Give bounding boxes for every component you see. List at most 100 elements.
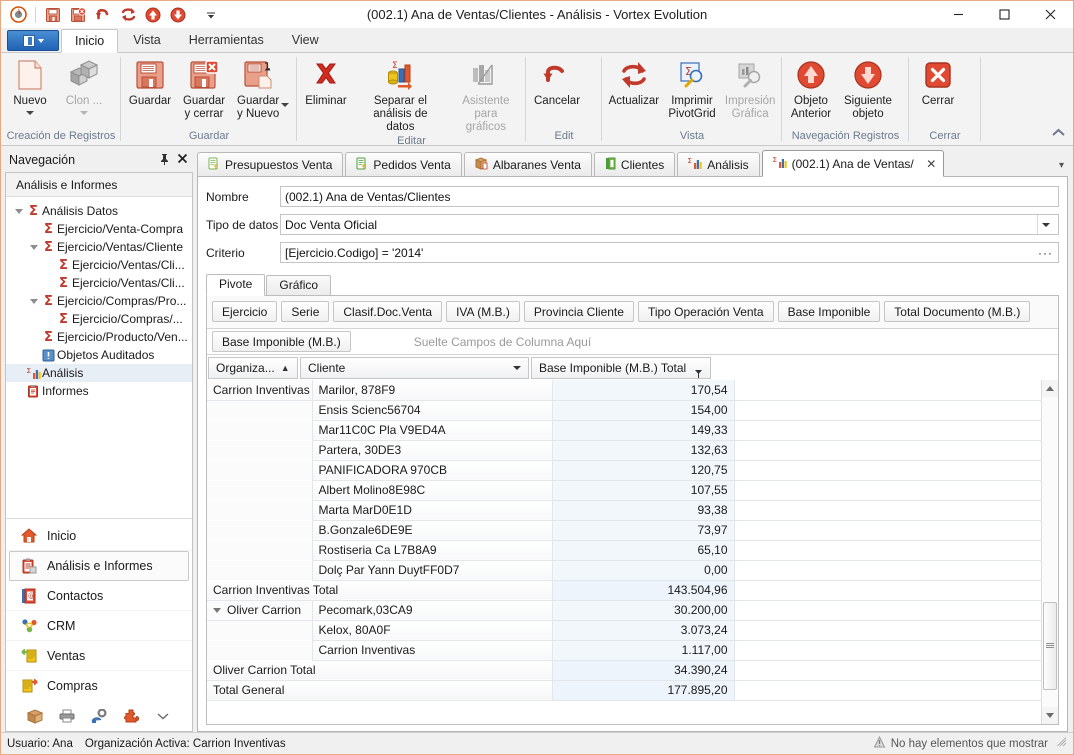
- filter-field-base-imponible-mb[interactable]: Base Imponible (M.B.): [212, 331, 351, 352]
- chevron-down-icon[interactable]: [1037, 215, 1054, 234]
- field-serie[interactable]: Serie: [281, 301, 329, 322]
- imprimir-pivotgrid-button[interactable]: Σ Imprimir PivotGrid: [664, 58, 721, 121]
- doc-tab-analisis[interactable]: Σ Análisis: [677, 152, 759, 176]
- guardar-button[interactable]: Guardar: [123, 58, 177, 108]
- ribbon-tab-view[interactable]: View: [279, 29, 332, 52]
- save-close-icon[interactable]: [67, 4, 89, 26]
- table-row-grand-total[interactable]: Total General 177.895,20: [207, 680, 1041, 700]
- asistente-graficos-button[interactable]: Asistente para gráficos: [448, 58, 524, 134]
- nombre-input[interactable]: (002.1) Ana de Ventas/Clientes: [280, 186, 1059, 207]
- tree-node-ventas-cli-1[interactable]: Σ Ejercicio/Ventas/Cli...: [6, 256, 192, 274]
- separar-analisis-button[interactable]: Σ Separar el análisis de datos: [353, 58, 448, 134]
- tab-pivote[interactable]: Pivote: [206, 274, 265, 296]
- nav-button-ventas[interactable]: Ventas: [6, 641, 192, 671]
- expander-icon[interactable]: [213, 608, 221, 613]
- table-row[interactable]: Marta MarD0E1D 93,38: [207, 500, 1041, 520]
- vertical-scrollbar[interactable]: [1041, 380, 1058, 724]
- table-row[interactable]: Kelox, 80A0F 3.073,24: [207, 620, 1041, 640]
- criterio-input[interactable]: [Ejercicio.Codigo] = '2014' ···: [280, 242, 1059, 263]
- siguiente-objeto-button[interactable]: Siguiente objeto: [838, 58, 898, 121]
- tree-node-compras-pro[interactable]: Σ Ejercicio/Compras/Pro...: [6, 292, 192, 310]
- package-icon[interactable]: [26, 707, 44, 725]
- resize-grip-icon[interactable]: [1057, 737, 1067, 750]
- table-row[interactable]: Albert Molino8E98C 107,55: [207, 480, 1041, 500]
- table-row[interactable]: B.Gonzale6DE9E 73,97: [207, 520, 1041, 540]
- expander-icon[interactable]: [27, 244, 40, 250]
- table-row[interactable]: Partera, 30DE3 132,63: [207, 440, 1041, 460]
- field-clasif-doc-venta[interactable]: Clasif.Doc.Venta: [333, 301, 442, 322]
- tab-menu-icon[interactable]: ▾: [1059, 160, 1064, 171]
- chevron-down-icon[interactable]: [281, 103, 289, 107]
- ribbon-tab-vista[interactable]: Vista: [120, 29, 174, 52]
- tree-node-ventas-cliente[interactable]: Σ Ejercicio/Ventas/Cliente: [6, 238, 192, 256]
- table-row[interactable]: Carrion Inventivas Marilor, 878F9 170,54: [207, 380, 1041, 400]
- ribbon-tab-inicio[interactable]: Inicio: [61, 29, 118, 53]
- field-iva-mb[interactable]: IVA (M.B.): [446, 301, 520, 322]
- tipo-de-datos-select[interactable]: Doc Venta Oficial: [280, 214, 1059, 235]
- minimize-button[interactable]: [935, 1, 981, 28]
- service-icon[interactable]: [90, 707, 108, 725]
- scroll-down-button[interactable]: [1042, 707, 1058, 724]
- previous-record-icon[interactable]: [142, 4, 164, 26]
- table-row[interactable]: Carrion Inventivas 1.117,00: [207, 640, 1041, 660]
- table-row[interactable]: Oliver Carrion Pecomark,03CA9 30.200,00: [207, 600, 1041, 620]
- cancelar-button[interactable]: Cancelar: [528, 58, 586, 108]
- refresh-icon[interactable]: [117, 4, 139, 26]
- tree-node-analisis[interactable]: Σ Análisis: [6, 364, 192, 382]
- tree-node-compras-1[interactable]: Σ Ejercicio/Compras/...: [6, 310, 192, 328]
- next-record-icon[interactable]: [167, 4, 189, 26]
- field-total-documento-mb[interactable]: Total Documento (M.B.): [884, 301, 1030, 322]
- column-dropzone-label[interactable]: Suelte Campos de Columna Aquí: [414, 335, 591, 349]
- row-header-cliente[interactable]: Cliente: [300, 357, 529, 379]
- actualizar-button[interactable]: Actualizar: [604, 58, 664, 108]
- tree-node-objetos-auditados[interactable]: Objetos Auditados: [6, 346, 192, 364]
- app-logo-icon[interactable]: [7, 4, 29, 26]
- maximize-button[interactable]: [981, 1, 1027, 28]
- tree-node-venta-compra[interactable]: Σ Ejercicio/Venta-Compra: [6, 220, 192, 238]
- row-header-organizacion[interactable]: Organiza... ▲: [208, 357, 298, 379]
- ribbon-collapse-icon[interactable]: [1052, 128, 1065, 140]
- field-ejercicio[interactable]: Ejercicio: [212, 301, 277, 322]
- close-button[interactable]: [1027, 1, 1073, 28]
- guardar-y-nuevo-button[interactable]: Guardar y Nuevo: [231, 58, 295, 121]
- objeto-anterior-button[interactable]: Objeto Anterior: [784, 58, 838, 121]
- nav-button-compras[interactable]: Compras: [6, 671, 192, 701]
- doc-tab-clientes[interactable]: Clientes: [594, 152, 675, 176]
- table-row[interactable]: PANIFICADORA 970CB 120,75: [207, 460, 1041, 480]
- eliminar-button[interactable]: Eliminar: [299, 58, 353, 108]
- ribbon-tab-herramientas[interactable]: Herramientas: [176, 29, 277, 52]
- doc-tab-presupuestos-venta[interactable]: € Presupuestos Venta: [197, 152, 343, 176]
- tree-node-informes[interactable]: Informes: [6, 382, 192, 400]
- scroll-up-button[interactable]: [1042, 380, 1058, 397]
- close-icon[interactable]: ✕: [925, 157, 938, 171]
- nav-button-crm[interactable]: CRM: [6, 611, 192, 641]
- nav-button-inicio[interactable]: Inicio: [6, 521, 192, 551]
- table-row-total[interactable]: Carrion Inventivas Total 143.504,96: [207, 580, 1041, 600]
- doc-tab-ana-de-ventas[interactable]: Σ (002.1) Ana de Ventas/ ✕: [762, 150, 944, 177]
- nav-button-contactos[interactable]: @ Contactos: [6, 581, 192, 611]
- save-icon[interactable]: [42, 4, 64, 26]
- tree-node-producto-ven[interactable]: Σ Ejercicio/Producto/Ven...: [6, 328, 192, 346]
- expander-icon[interactable]: [27, 298, 40, 304]
- doc-tab-albaranes-venta[interactable]: Albaranes Venta: [464, 152, 592, 176]
- printer-icon[interactable]: [58, 707, 76, 725]
- table-row[interactable]: Ensis Scienc56704 154,00: [207, 400, 1041, 420]
- impresion-grafica-button[interactable]: Impresión Gráfica: [720, 58, 780, 121]
- guardar-y-cerrar-button[interactable]: Guardar y cerrar: [177, 58, 231, 121]
- tab-grafico[interactable]: Gráfico: [266, 275, 331, 295]
- nav-button-analisis-e-informes[interactable]: Análisis e Informes: [9, 551, 189, 581]
- pin-icon[interactable]: [155, 153, 173, 168]
- table-row[interactable]: Rostiseria Ca L7B8A9 65,10: [207, 540, 1041, 560]
- cerrar-button[interactable]: Cerrar: [911, 58, 965, 108]
- table-row[interactable]: Dolç Par Yann DuytFF0D7 0,00: [207, 560, 1041, 580]
- field-provincia-cliente[interactable]: Provincia Cliente: [524, 301, 634, 322]
- field-base-imponible[interactable]: Base Imponible: [778, 301, 881, 322]
- tree-node-analisis-datos[interactable]: Σ Análisis Datos: [6, 202, 192, 220]
- data-header-base-imponible-total[interactable]: Base Imponible (M.B.) Total: [531, 357, 711, 379]
- table-row[interactable]: Mar11C0C Pla V9ED4A 149,33: [207, 420, 1041, 440]
- addons-icon[interactable]: [122, 707, 140, 725]
- tree-node-ventas-cli-2[interactable]: Σ Ejercicio/Ventas/Cli...: [6, 274, 192, 292]
- nuevo-button[interactable]: Nuevo: [3, 58, 57, 115]
- scrollbar-thumb[interactable]: [1043, 602, 1057, 690]
- close-icon[interactable]: [173, 153, 191, 167]
